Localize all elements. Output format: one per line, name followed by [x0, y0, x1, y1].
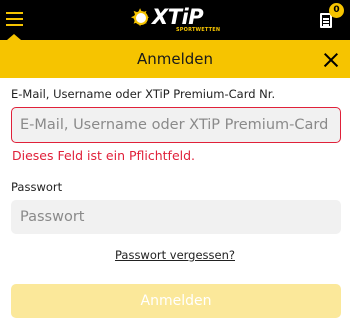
email-label: E-Mail, Username oder XTiP Premium-Card …	[11, 87, 276, 101]
hamburger-menu-icon-bar	[6, 24, 23, 26]
logo-text: XTiP	[152, 5, 204, 29]
logo-subtitle: SPORTWETTEN	[176, 27, 221, 33]
close-button[interactable]	[322, 50, 342, 70]
login-title-bar: Anmelden	[0, 40, 350, 78]
dialog-title: Anmelden	[136, 50, 214, 68]
hamburger-menu-icon	[6, 12, 23, 14]
forgot-password-link[interactable]: Passwort vergessen?	[115, 248, 235, 262]
password-input[interactable]	[11, 200, 341, 234]
betslip-icon-line	[323, 24, 329, 26]
xtip-logo[interactable]: ✸ XTiP SPORTWETTEN	[130, 5, 222, 33]
betslip-count-badge: 0	[329, 3, 344, 18]
forgot-password-row: Passwort vergessen?	[0, 248, 350, 262]
email-input[interactable]	[11, 107, 341, 143]
top-bar: ✸ XTiP SPORTWETTEN 0	[0, 0, 350, 40]
password-label: Passwort	[11, 180, 63, 194]
menu-button[interactable]	[0, 0, 30, 40]
login-submit-button[interactable]: Anmelden	[11, 284, 341, 318]
hamburger-menu-icon-bar	[6, 18, 23, 20]
betslip-icon-line	[323, 21, 329, 23]
betslip-icon-line	[323, 18, 329, 20]
email-error-message: Dieses Feld ist ein Pflichtfeld.	[12, 148, 196, 163]
logo-ball-icon	[134, 11, 148, 25]
